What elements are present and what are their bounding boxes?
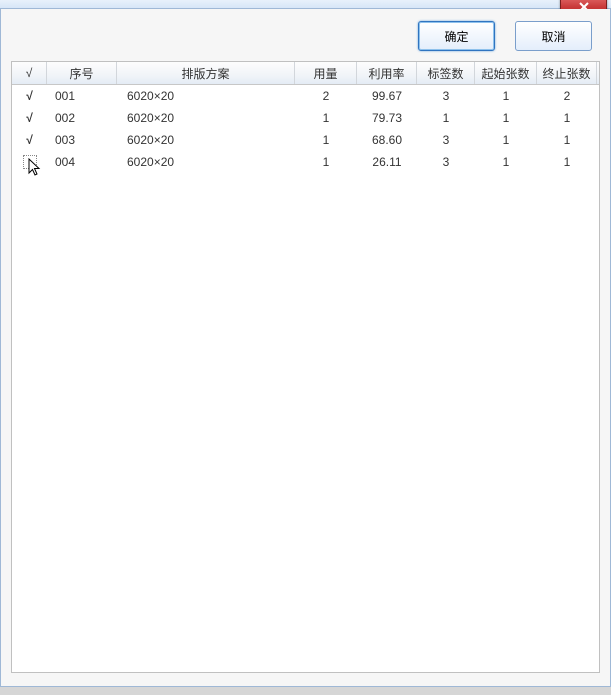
header-seq[interactable]: 序号	[47, 62, 117, 84]
row-end: 1	[537, 111, 597, 125]
row-qty: 1	[295, 155, 357, 169]
ok-button-label: 确定	[444, 28, 468, 45]
row-check[interactable]: √	[12, 89, 47, 103]
header-qty[interactable]: 用量	[295, 62, 357, 84]
row-start: 1	[475, 155, 537, 169]
header-end[interactable]: 终止张数	[537, 62, 597, 84]
checkmark-icon: √	[26, 111, 33, 125]
row-start: 1	[475, 89, 537, 103]
header-plan[interactable]: 排版方案	[117, 62, 295, 84]
window-body: 确定 取消 √ 序号 排版方案 用量 利用率 标签数 起始张数 终止张数 √00…	[0, 9, 611, 687]
checkmark-icon: √	[26, 133, 33, 147]
row-util: 99.67	[357, 89, 417, 103]
row-plan: 6020×20	[117, 133, 295, 147]
row-start: 1	[475, 133, 537, 147]
checkmark-icon: √	[26, 89, 33, 103]
table-row[interactable]: 0046020×20126.11311	[12, 151, 599, 173]
row-plan: 6020×20	[117, 89, 295, 103]
cancel-button-label: 取消	[541, 28, 565, 45]
table-row[interactable]: √0036020×20168.60311	[12, 129, 599, 151]
row-end: 2	[537, 89, 597, 103]
dialog-button-row: 确定 取消	[1, 9, 610, 61]
row-qty: 1	[295, 111, 357, 125]
row-qty: 1	[295, 133, 357, 147]
row-check[interactable]: √	[12, 133, 47, 147]
header-util[interactable]: 利用率	[357, 62, 417, 84]
row-tags: 1	[417, 111, 475, 125]
row-start: 1	[475, 111, 537, 125]
table-row[interactable]: √0016020×20299.67312	[12, 85, 599, 107]
row-end: 1	[537, 155, 597, 169]
row-plan: 6020×20	[117, 111, 295, 125]
header-tags[interactable]: 标签数	[417, 62, 475, 84]
row-plan: 6020×20	[117, 155, 295, 169]
row-check[interactable]	[12, 155, 47, 169]
row-util: 26.11	[357, 155, 417, 169]
data-grid: √ 序号 排版方案 用量 利用率 标签数 起始张数 终止张数 √0016020×…	[11, 61, 600, 673]
row-tags: 3	[417, 89, 475, 103]
table-row[interactable]: √0026020×20179.73111	[12, 107, 599, 129]
row-seq: 004	[47, 155, 117, 169]
header-start[interactable]: 起始张数	[475, 62, 537, 84]
row-end: 1	[537, 133, 597, 147]
row-seq: 001	[47, 89, 117, 103]
row-qty: 2	[295, 89, 357, 103]
grid-header-row: √ 序号 排版方案 用量 利用率 标签数 起始张数 终止张数	[12, 62, 599, 85]
grid-body: √0016020×20299.67312√0026020×20179.73111…	[12, 85, 599, 173]
unchecked-box-icon	[23, 155, 37, 169]
row-seq: 003	[47, 133, 117, 147]
row-seq: 002	[47, 111, 117, 125]
row-util: 68.60	[357, 133, 417, 147]
ok-button[interactable]: 确定	[418, 21, 495, 51]
cancel-button[interactable]: 取消	[515, 21, 592, 51]
header-check[interactable]: √	[12, 62, 47, 84]
row-check[interactable]: √	[12, 111, 47, 125]
row-tags: 3	[417, 155, 475, 169]
row-util: 79.73	[357, 111, 417, 125]
row-tags: 3	[417, 133, 475, 147]
window-titlebar	[0, 0, 611, 9]
